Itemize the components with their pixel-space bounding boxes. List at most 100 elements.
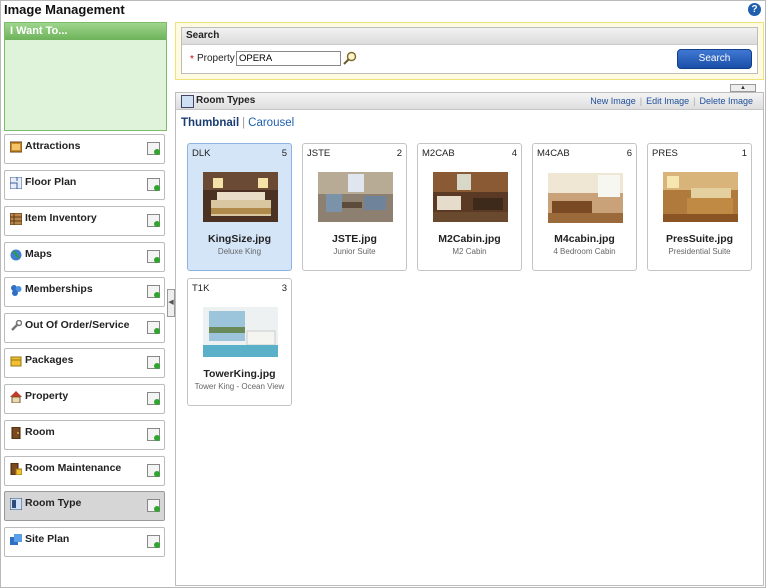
room-type-description: M2 Cabin [452, 247, 487, 256]
nav-item-label: Room Type [25, 497, 82, 509]
thumbnail-image [318, 172, 393, 222]
add-image-icon[interactable] [147, 178, 160, 191]
image-count: 3 [281, 283, 287, 294]
room-type-description: Presidential Suite [668, 247, 731, 256]
room-type-description: 4 Bedroom Cabin [553, 247, 616, 256]
room-type-description: Junior Suite [333, 247, 376, 256]
property-input[interactable] [236, 51, 341, 66]
room-type-code: M2CAB [422, 148, 455, 159]
room-type-code: JSTE [307, 148, 331, 159]
thumbnail-image [663, 172, 738, 222]
nav-item-site-plan[interactable]: Site Plan [4, 527, 165, 557]
tab-thumbnail[interactable]: Thumbnail [181, 117, 239, 129]
collapse-panel-handle[interactable]: ◀ [167, 289, 175, 317]
add-image-icon[interactable] [147, 250, 160, 263]
add-image-icon[interactable] [147, 499, 160, 512]
nav-item-label: Maps [25, 248, 52, 260]
delete-image-link[interactable]: Delete Image [695, 96, 757, 106]
page-title: Image Management [4, 2, 125, 17]
nav-item-room-maintenance[interactable]: Room Maintenance [4, 456, 165, 486]
required-marker: * [190, 54, 194, 65]
search-button[interactable]: Search [677, 49, 752, 69]
door-icon [11, 427, 21, 439]
thumbnail-image [203, 307, 278, 357]
room-type-code: PRES [652, 148, 678, 159]
thumbnail-card-jste[interactable]: JSTE 2 JSTE.jpg Junior Suite [302, 143, 407, 271]
nav-item-room-type[interactable]: Room Type [4, 491, 165, 521]
image-filename: M2Cabin.jpg [438, 233, 501, 245]
thumbnail-image [433, 172, 508, 222]
nav-item-memberships[interactable]: Memberships [4, 277, 165, 307]
room-type-icon [10, 498, 22, 510]
search-box: Search * Property Search [181, 27, 758, 74]
add-image-icon[interactable] [147, 321, 160, 334]
nav-item-label: Out Of Order/Service [25, 319, 130, 331]
item-inventory-icon [10, 213, 22, 225]
image-count: 4 [511, 148, 517, 159]
nav-item-floor-plan[interactable]: Floor Plan [4, 170, 165, 200]
image-actions: New Image | Edit Image | Delete Image [586, 93, 757, 109]
room-type-code: T1K [192, 283, 210, 294]
edit-image-link[interactable]: Edit Image [642, 96, 693, 106]
property-label: Property [197, 53, 235, 64]
new-image-link[interactable]: New Image [586, 96, 640, 106]
nav-item-label: Site Plan [25, 533, 70, 545]
image-count: 5 [281, 148, 287, 159]
nav-item-label: Room Maintenance [25, 462, 122, 474]
help-icon[interactable]: ? [748, 3, 761, 16]
i-want-to-header[interactable]: I Want To... [5, 23, 166, 40]
package-icon [10, 356, 22, 367]
view-tabs: Thumbnail | Carousel [181, 117, 294, 129]
i-want-to-panel: I Want To... [4, 22, 167, 131]
image-filename: KingSize.jpg [208, 233, 271, 245]
thumbnail-card-m4cab[interactable]: M4CAB 6 M4cabin.jpg 4 Bedroom Cabin [532, 143, 637, 271]
nav-item-label: Item Inventory [25, 212, 97, 224]
nav-item-label: Property [25, 390, 69, 402]
nav-item-packages[interactable]: Packages [4, 348, 165, 378]
add-image-icon[interactable] [147, 428, 160, 441]
search-header: Search [182, 28, 757, 45]
nav-item-maps[interactable]: Maps [4, 242, 165, 272]
room-type-code: M4CAB [537, 148, 570, 159]
nav-item-label: Floor Plan [25, 176, 77, 188]
nav-item-label: Room [25, 426, 55, 438]
room-type-description: Tower King - Ocean View [194, 382, 285, 391]
room-types-title: Room Types [196, 95, 256, 106]
thumbnail-card-t1k[interactable]: T1K 3 TowerKing.jpg Tower King - Ocean V… [187, 278, 292, 406]
room-maintenance-icon [10, 463, 22, 475]
image-count: 6 [626, 148, 632, 159]
tab-separator: | [242, 117, 246, 129]
nav-item-out-of-order[interactable]: Out Of Order/Service [4, 313, 165, 343]
thumbnail-image [203, 172, 278, 222]
add-image-icon[interactable] [147, 464, 160, 477]
nav-item-attractions[interactable]: Attractions [4, 134, 165, 164]
wrench-icon [11, 320, 22, 331]
room-types-header: Room Types New Image | Edit Image | Delete I… [176, 93, 763, 110]
add-image-icon[interactable] [147, 214, 160, 227]
search-icon[interactable] [343, 51, 357, 65]
add-image-icon[interactable] [147, 142, 160, 155]
nav-item-room[interactable]: Room [4, 420, 165, 450]
add-image-icon[interactable] [147, 535, 160, 548]
image-count: 1 [741, 148, 747, 159]
add-image-icon[interactable] [147, 356, 160, 369]
thumbnail-card-pres[interactable]: PRES 1 PresSuite.jpg Presidential Suite [647, 143, 752, 271]
nav-item-item-inventory[interactable]: Item Inventory [4, 206, 165, 236]
collapse-search-button[interactable]: ▲ [730, 84, 756, 92]
tab-carousel[interactable]: Carousel [248, 117, 294, 129]
attractions-icon [10, 141, 22, 153]
add-image-icon[interactable] [147, 392, 160, 405]
floor-plan-icon [10, 177, 22, 189]
room-type-icon [181, 95, 194, 108]
thumbnail-card-m2cab[interactable]: M2CAB 4 M2Cabin.jpg M2 Cabin [417, 143, 522, 271]
thumbnail-card-dlk[interactable]: DLK 5 KingSize.jpg Deluxe King [187, 143, 292, 271]
room-types-panel: Room Types New Image | Edit Image | Delete I… [175, 92, 764, 586]
thumbnail-image [548, 173, 623, 223]
image-filename: TowerKing.jpg [203, 368, 276, 380]
add-image-icon[interactable] [147, 285, 160, 298]
nav-item-label: Packages [25, 354, 74, 366]
globe-icon [10, 249, 22, 261]
nav-item-property[interactable]: Property [4, 384, 165, 414]
site-plan-icon [10, 534, 22, 545]
image-count: 2 [396, 148, 402, 159]
